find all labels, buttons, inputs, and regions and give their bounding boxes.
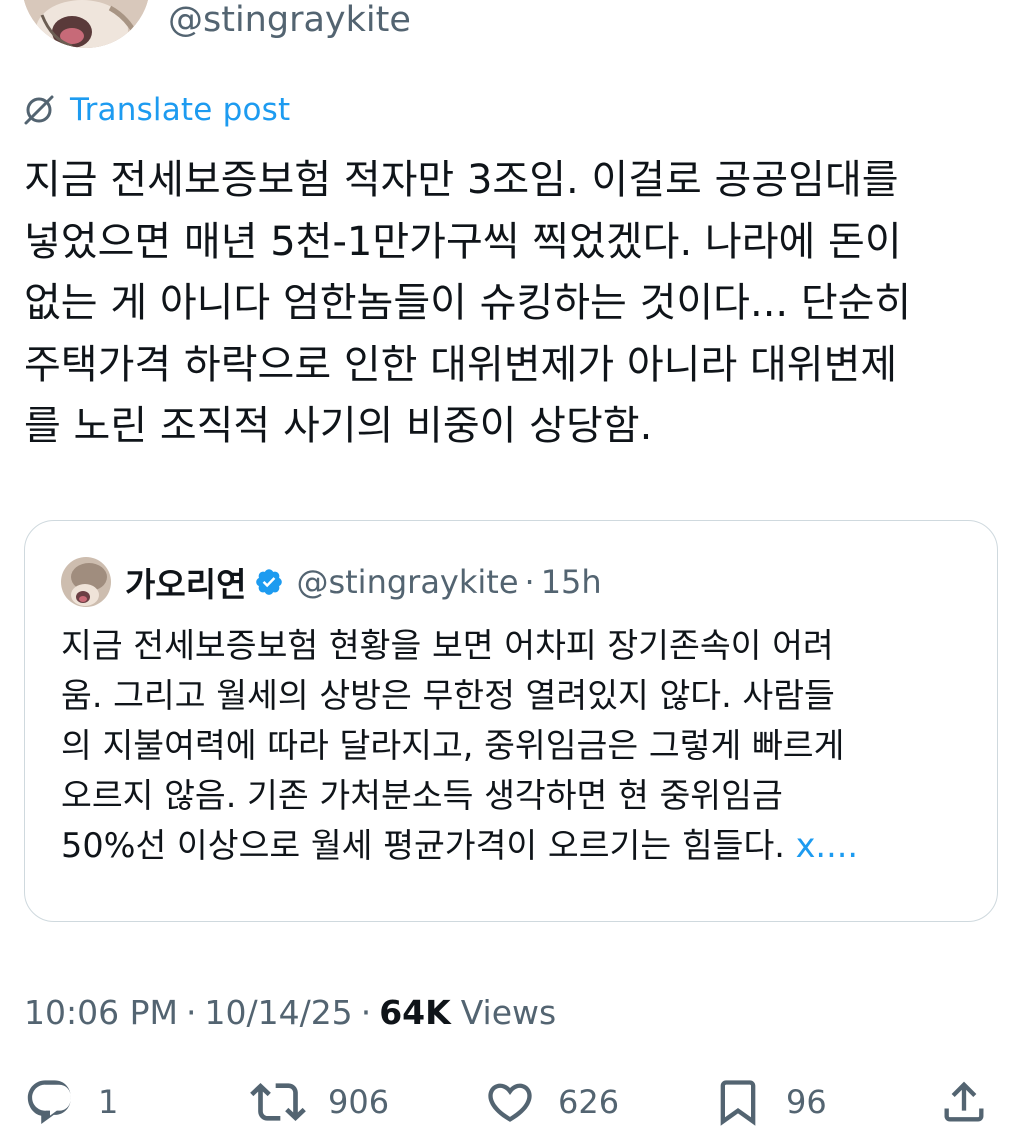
post-text-line: 없는 게 아니다 엄한놈들이 슈킹하는 것이다... 단순히: [24, 280, 912, 326]
translate-post-label: Translate post: [70, 92, 291, 128]
quoted-text-line: 움. 그리고 월세의 상방은 무한정 열려있지 않다. 사람들: [61, 676, 835, 715]
repost-button[interactable]: 906: [250, 1072, 389, 1132]
author-handle[interactable]: @stingraykite: [168, 0, 411, 40]
post-text-line: 주택가격 하락으로 인한 대위변제가 아니라 대위변제: [24, 341, 898, 388]
post-text-line: 지금 전세보증보험 적자만 3조임. 이걸로 공공임대를: [24, 157, 899, 203]
bookmark-icon: [720, 1080, 756, 1126]
views-label: Views: [460, 992, 557, 1032]
translate-icon: [24, 95, 54, 125]
quoted-text-line: 지금 전세보증보험 현황을 보면 어차피 장기존속이 어려: [61, 626, 834, 665]
quoted-post-card[interactable]: 가오리연 @stingraykite · 15h 지금 전세보증보험 현황을 보…: [24, 520, 998, 922]
reply-button[interactable]: 1: [24, 1072, 118, 1132]
repost-icon: [250, 1083, 306, 1121]
action-bar: 1 906 626 96: [0, 1072, 1024, 1132]
post-meta: 10:06 PM · 10/14/25 · 64K Views: [24, 990, 556, 1034]
avatar-cat-image: [22, 0, 150, 48]
avatar-cat-image: [61, 557, 111, 607]
share-icon: [944, 1081, 984, 1122]
quoted-text-line: 의 지불여력에 따라 달라지고, 중위임금은 그렇게 빠르게: [61, 726, 845, 765]
repost-count: 906: [328, 1083, 390, 1121]
quoted-text-line-last: 50%선 이상으로 월세 평균가격이 오르기는 힘들다. x....: [61, 821, 981, 871]
separator-dot: ·: [524, 563, 535, 601]
quoted-post-text: 지금 전세보증보험 현황을 보면 어차피 장기존속이 어려 움. 그리고 월세의…: [61, 621, 981, 871]
heart-icon: [488, 1083, 532, 1122]
author-avatar[interactable]: [22, 0, 150, 48]
reply-icon: [27, 1080, 71, 1124]
reply-count: 1: [98, 1083, 119, 1121]
quoted-post-header: 가오리연 @stingraykite · 15h: [61, 557, 602, 607]
post-text: 지금 전세보증보험 적자만 3조임. 이걸로 공공임대를 넣었으면 매년 5천-…: [24, 150, 1009, 458]
show-more-link[interactable]: x....: [796, 826, 858, 865]
separator-dot: ·: [185, 992, 197, 1032]
post-text-line: 넣었으면 매년 5천-1만가구씩 찍었겠다. 나라에 돈이: [24, 218, 902, 265]
quoted-author-avatar[interactable]: [61, 557, 111, 607]
translate-post-button[interactable]: Translate post: [22, 90, 290, 130]
post-text-line: 를 노린 조직적 사기의 비중이 상당함.: [24, 403, 653, 449]
quoted-text-line: 오르지 않음. 기존 가처분소득 생각하면 현 중위임금: [61, 776, 783, 815]
share-button[interactable]: [938, 1072, 990, 1132]
quoted-author-name[interactable]: 가오리연: [125, 558, 246, 606]
quoted-text-line: 50%선 이상으로 월세 평균가격이 오르기는 힘들다.: [61, 826, 796, 865]
like-count: 626: [558, 1083, 620, 1121]
post-date[interactable]: 10/14/25: [204, 993, 352, 1032]
views-count: 64K: [379, 992, 451, 1032]
bookmark-button[interactable]: 96: [712, 1072, 827, 1132]
bookmark-count: 96: [786, 1083, 827, 1121]
like-button[interactable]: 626: [484, 1072, 619, 1132]
separator-dot: ·: [360, 992, 372, 1032]
quoted-post-time[interactable]: 15h: [541, 563, 602, 601]
verified-badge-icon: [254, 567, 284, 597]
post-time[interactable]: 10:06 PM: [24, 993, 178, 1032]
quoted-author-handle[interactable]: @stingraykite: [296, 563, 518, 601]
